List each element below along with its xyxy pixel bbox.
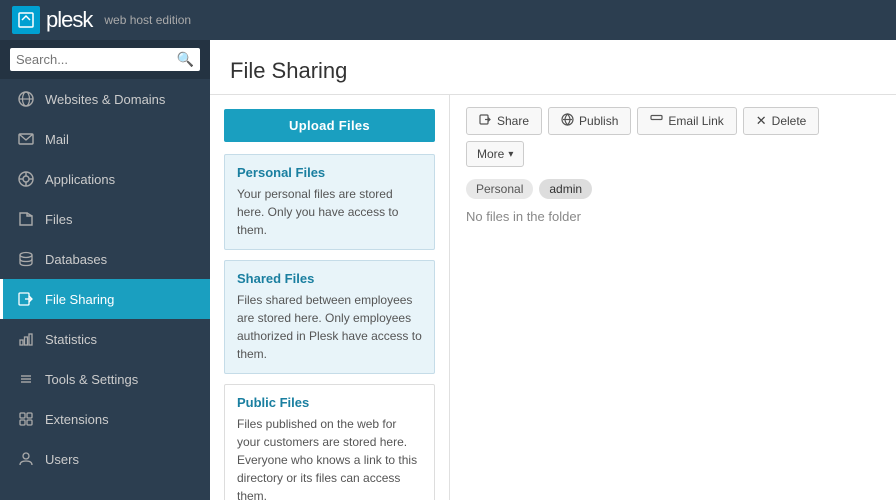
breadcrumb: Personal admin [466,179,880,199]
sidebar-item-extensions[interactable]: Extensions [0,399,210,439]
share-label: Share [497,114,529,128]
sidebar-item-applications[interactable]: Applications [0,159,210,199]
sidebar-item-databases[interactable]: Databases [0,239,210,279]
share-button[interactable]: Share [466,107,542,135]
publish-button[interactable]: Publish [548,107,631,135]
sidebar: 🔍 Websites & Domains Mail Applications [0,40,210,500]
files-icon [17,210,35,228]
email-link-button[interactable]: Email Link [637,107,736,135]
upload-files-button[interactable]: Upload Files [224,109,435,142]
personal-files-desc: Your personal files are stored here. Onl… [237,185,422,239]
search-input[interactable] [16,52,177,67]
websites-domains-icon [17,90,35,108]
delete-icon: ✕ [756,113,767,129]
app-layout: 🔍 Websites & Domains Mail Applications [0,40,896,500]
breadcrumb-admin[interactable]: admin [539,179,592,199]
sidebar-item-tools-settings[interactable]: Tools & Settings [0,359,210,399]
public-files-title: Public Files [237,395,422,410]
file-sharing-icon [17,290,35,308]
share-icon [479,113,492,129]
sidebar-label-statistics: Statistics [45,332,97,347]
tools-icon [17,370,35,388]
delete-button[interactable]: ✕ Delete [743,107,820,135]
databases-icon [17,250,35,268]
publish-icon [561,113,574,129]
more-label: More [477,147,504,161]
breadcrumb-personal[interactable]: Personal [466,179,533,199]
shared-files-desc: Files shared between employees are store… [237,291,422,363]
users-icon [17,450,35,468]
email-link-label: Email Link [668,114,723,128]
search-box: 🔍 [0,40,210,79]
applications-icon [17,170,35,188]
brand-subtitle: web host edition [104,13,191,27]
logo-area: plesk web host edition [12,6,191,34]
right-panel: Share Publish Email Link [450,95,896,500]
sidebar-item-mail[interactable]: Mail [0,119,210,159]
plesk-logo-box [12,6,40,34]
publish-label: Publish [579,114,618,128]
personal-files-folder[interactable]: Personal Files Your personal files are s… [224,154,435,250]
sidebar-item-file-sharing[interactable]: File Sharing [0,279,210,319]
shared-files-title: Shared Files [237,271,422,286]
sidebar-label-mail: Mail [45,132,69,147]
main-body: Upload Files Personal Files Your persona… [210,95,896,500]
sidebar-label-users: Users [45,452,79,467]
public-files-folder[interactable]: Public Files Files published on the web … [224,384,435,500]
plesk-logo-icon [17,11,35,29]
shared-files-folder[interactable]: Shared Files Files shared between employ… [224,260,435,374]
statistics-icon [17,330,35,348]
brand-name: plesk [46,7,92,33]
empty-folder-message: No files in the folder [466,209,880,224]
sidebar-label-websites-domains: Websites & Domains [45,92,165,107]
sidebar-item-files[interactable]: Files [0,199,210,239]
sidebar-label-applications: Applications [45,172,115,187]
sidebar-item-statistics[interactable]: Statistics [0,319,210,359]
sidebar-item-users[interactable]: Users [0,439,210,479]
chevron-down-icon: ▾ [508,149,513,160]
delete-label: Delete [772,114,807,128]
page-title: File Sharing [230,58,876,84]
main-header: File Sharing [210,40,896,95]
personal-files-title: Personal Files [237,165,422,180]
public-files-desc: Files published on the web for your cust… [237,415,422,500]
search-icon: 🔍 [177,51,194,68]
sidebar-label-files: Files [45,212,72,227]
sidebar-label-extensions: Extensions [45,412,109,427]
mail-icon [17,130,35,148]
email-link-icon [650,113,663,129]
extensions-icon [17,410,35,428]
main-content: File Sharing Upload Files Personal Files… [210,40,896,500]
left-panel: Upload Files Personal Files Your persona… [210,95,450,500]
topbar: plesk web host edition [0,0,896,40]
sidebar-label-file-sharing: File Sharing [45,292,114,307]
action-bar: Share Publish Email Link [466,107,880,167]
sidebar-label-tools-settings: Tools & Settings [45,372,138,387]
more-button[interactable]: More ▾ [466,141,524,167]
sidebar-item-websites-domains[interactable]: Websites & Domains [0,79,210,119]
search-input-wrap[interactable]: 🔍 [10,48,200,71]
sidebar-label-databases: Databases [45,252,107,267]
